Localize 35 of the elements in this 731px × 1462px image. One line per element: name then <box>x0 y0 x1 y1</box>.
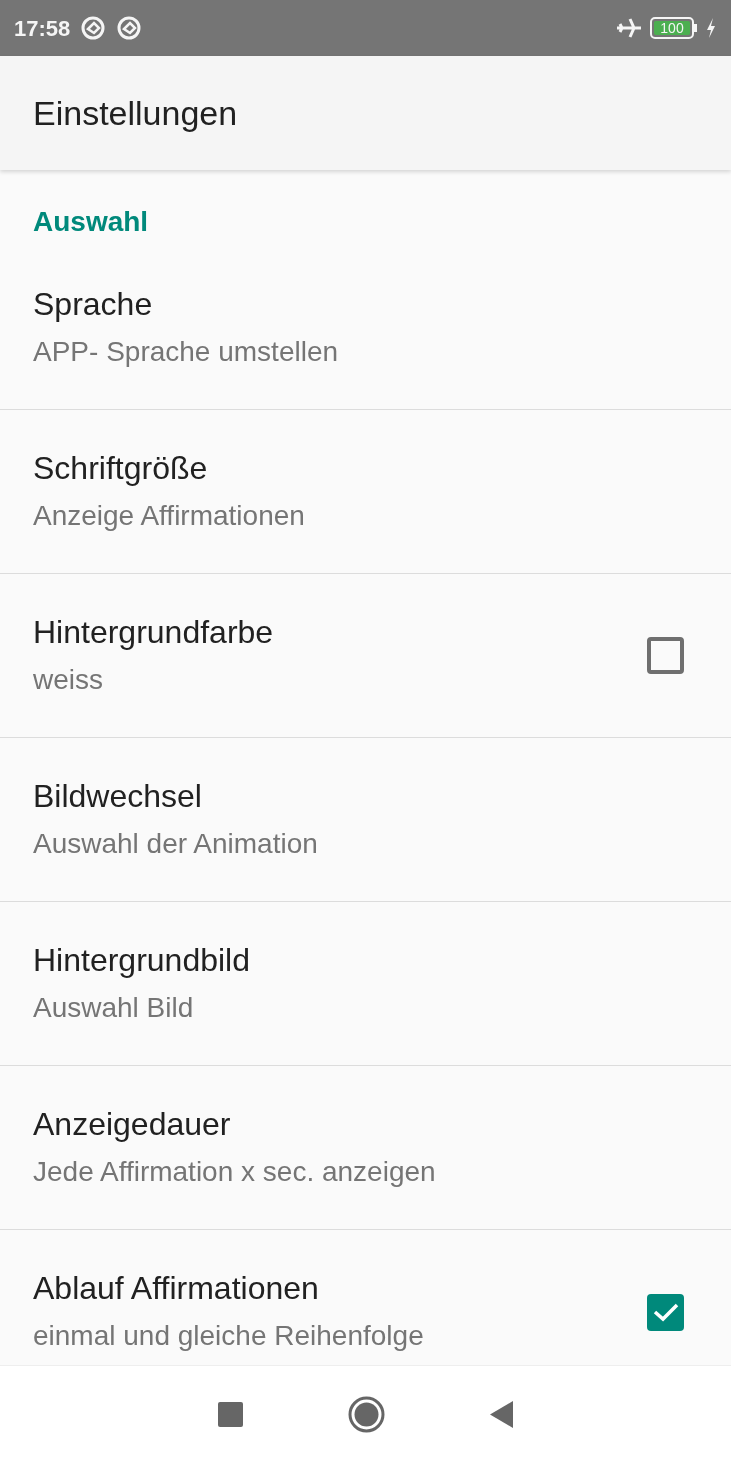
charging-icon <box>705 17 717 39</box>
preference-summary: Anzeige Affirmationen <box>33 498 306 533</box>
notification-icon <box>80 15 107 41</box>
preference-title: Schriftgröße <box>33 448 209 488</box>
notification-icon <box>116 15 143 41</box>
category-title: Auswahl <box>33 205 149 239</box>
preference-title: Hintergrundbild <box>33 940 251 980</box>
home-icon[interactable] <box>347 1395 385 1433</box>
back-icon[interactable] <box>489 1400 514 1428</box>
preference-item[interactable]: Ablauf Affirmationen einmal und gleiche Reihenfolge <box>0 1230 731 1365</box>
preference-summary: Jede Affirmation x sec. anzeigen <box>33 1154 437 1189</box>
checkbox[interactable] <box>647 1293 684 1331</box>
preference-item[interactable]: Sprache APP- Sprache umstellen <box>0 246 731 410</box>
checkbox[interactable] <box>647 637 684 674</box>
preference-title: Anzeigedauer <box>33 1104 232 1144</box>
recents-icon[interactable] <box>217 1401 243 1427</box>
battery-level: 100 <box>660 21 684 35</box>
preference-summary: weiss <box>33 662 104 697</box>
preference-summary: Auswahl Bild <box>33 990 195 1025</box>
preference-title: Ablauf Affirmationen <box>33 1269 320 1308</box>
airplane-icon <box>616 17 642 39</box>
preference-summary: einmal und gleiche Reihenfolge <box>33 1319 425 1353</box>
app-bar-title: Einstellungen <box>33 92 238 134</box>
preference-title: Sprache <box>33 284 154 324</box>
preference-item[interactable]: Schriftgröße Anzeige Affirmationen <box>0 410 731 574</box>
checkmark-icon <box>651 1301 680 1323</box>
preference-title: Bildwechsel <box>33 776 203 816</box>
status-time: 17:58 <box>14 14 71 43</box>
preference-title: Hintergrundfarbe <box>33 612 275 652</box>
preference-summary: APP- Sprache umstellen <box>33 334 340 369</box>
preference-item[interactable]: Hintergrundfarbe weiss <box>0 574 731 738</box>
preference-item[interactable]: Hintergrundbild Auswahl Bild <box>0 902 731 1066</box>
preference-item[interactable]: Bildwechsel Auswahl der Animation <box>0 738 731 902</box>
preference-item[interactable]: Anzeigedauer Jede Affirmation x sec. anzeigen <box>0 1066 731 1230</box>
preference-summary: Auswahl der Animation <box>33 826 319 861</box>
